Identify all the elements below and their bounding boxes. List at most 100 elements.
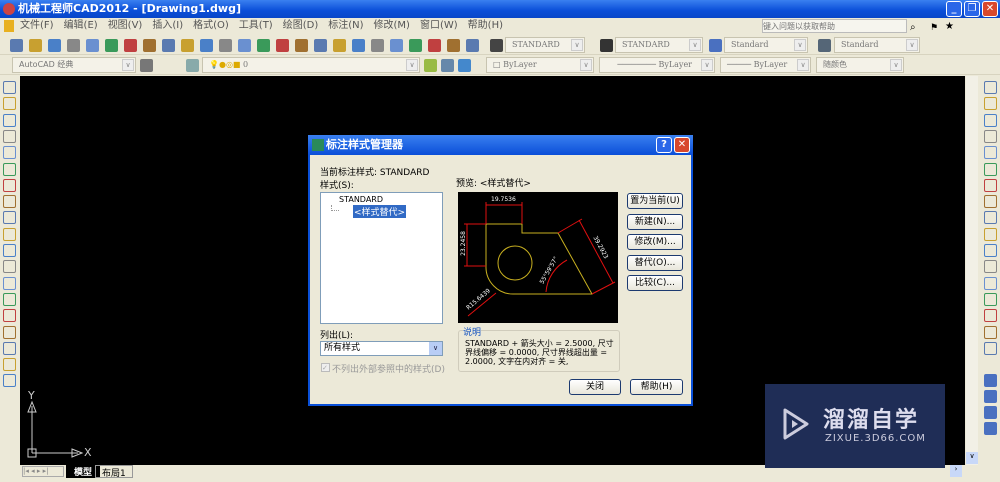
new-icon[interactable] xyxy=(10,39,23,52)
pan-icon[interactable] xyxy=(276,39,289,52)
chevron-down-icon[interactable]: ∨ xyxy=(429,342,442,355)
layer-state-icon[interactable] xyxy=(458,59,471,72)
linetype-select[interactable]: ──────── ByLayer ∨ xyxy=(599,57,715,73)
communication-center-icon[interactable]: ⚑ xyxy=(930,20,938,36)
tool-palette-icon[interactable] xyxy=(390,39,403,52)
redo-icon[interactable] xyxy=(257,39,270,52)
extend-icon[interactable] xyxy=(984,244,997,257)
close-dialog-button[interactable]: 关闭 xyxy=(569,379,621,395)
plotstyle-select[interactable]: 随颜色 ∨ xyxy=(816,57,904,73)
region-icon[interactable] xyxy=(3,341,16,355)
offset-icon[interactable] xyxy=(984,129,997,143)
menu-0[interactable]: 文件(F) xyxy=(20,18,54,34)
markup-icon[interactable] xyxy=(428,39,441,52)
help-icon[interactable] xyxy=(466,39,479,52)
polyline-icon[interactable] xyxy=(3,113,16,127)
list-select[interactable]: 所有样式 ∨ xyxy=(320,341,443,356)
sheet-set-icon[interactable] xyxy=(409,39,422,52)
dialog-button-4[interactable]: 比较(C)... xyxy=(627,275,683,291)
restore-button[interactable]: ❐ xyxy=(964,1,980,17)
polygon-icon[interactable] xyxy=(3,129,16,143)
dialog-button-3[interactable]: 替代(O)... xyxy=(627,254,683,271)
help-search-input[interactable] xyxy=(762,19,907,33)
menu-1[interactable]: 编辑(E) xyxy=(64,18,98,34)
make-block-icon[interactable] xyxy=(3,276,16,290)
style-item-override[interactable]: <样式替代> xyxy=(353,205,407,218)
vertical-scrollbar[interactable]: ∨ xyxy=(966,76,978,465)
styles-list[interactable]: STANDARD <样式替代> xyxy=(320,192,443,324)
table-icon[interactable] xyxy=(3,358,16,372)
style-item-standard[interactable]: STANDARD xyxy=(339,195,383,204)
spline-icon[interactable] xyxy=(3,211,16,225)
layer-manager-icon[interactable] xyxy=(186,59,199,72)
arc-icon[interactable] xyxy=(3,162,16,176)
favorites-icon[interactable]: ★ xyxy=(945,19,954,35)
menu-10[interactable]: 帮助(H) xyxy=(468,18,503,34)
trim-icon[interactable] xyxy=(984,227,997,241)
join-icon[interactable] xyxy=(984,292,997,306)
web-icon[interactable] xyxy=(124,39,137,52)
paste-icon[interactable] xyxy=(181,39,194,52)
stretch-icon[interactable] xyxy=(984,211,997,225)
chamfer-icon[interactable] xyxy=(984,309,997,323)
erase-icon[interactable] xyxy=(984,81,997,94)
search-icon[interactable]: ⌕ xyxy=(910,20,916,36)
text-style-select[interactable]: STANDARD ∨ xyxy=(505,37,585,53)
zoom-previous-icon[interactable] xyxy=(333,39,346,52)
layer-previous-icon[interactable] xyxy=(441,59,454,72)
properties-icon[interactable] xyxy=(352,39,365,52)
tab-layout1[interactable]: 布局1 xyxy=(95,465,133,479)
hscroll-right[interactable]: › xyxy=(950,465,962,477)
preview-icon[interactable] xyxy=(86,39,99,52)
scroll-down-icon[interactable]: ∨ xyxy=(966,452,978,464)
move-icon[interactable] xyxy=(984,162,997,176)
dialog-button-0[interactable]: 置为当前(U) xyxy=(627,193,683,209)
rotate-icon[interactable] xyxy=(984,178,997,192)
cut-icon[interactable] xyxy=(143,39,156,52)
dim-style-select[interactable]: STANDARD ∨ xyxy=(615,37,703,53)
dialog-button-2[interactable]: 修改(M)... xyxy=(627,234,683,250)
minimize-button[interactable]: _ xyxy=(946,1,962,17)
zoom-window-icon[interactable] xyxy=(314,39,327,52)
mirror-icon[interactable] xyxy=(984,113,997,127)
workspace-settings-icon[interactable] xyxy=(140,59,153,72)
scale-icon[interactable] xyxy=(984,195,997,209)
copy-icon[interactable] xyxy=(162,39,175,52)
rectangle-icon[interactable] xyxy=(3,146,16,160)
dialog-close-button[interactable]: ✕ xyxy=(674,137,690,153)
revcloud-icon[interactable] xyxy=(3,195,16,209)
make-current-layer-icon[interactable] xyxy=(424,59,437,72)
array-icon[interactable] xyxy=(984,146,997,160)
brush-icon[interactable] xyxy=(219,39,232,52)
exclude-xref-checkbox[interactable]: ✓ xyxy=(321,363,330,372)
color-select[interactable]: □ ByLayer ∨ xyxy=(486,57,594,73)
point-icon[interactable] xyxy=(3,292,16,306)
save-icon[interactable] xyxy=(48,39,61,52)
publish-icon[interactable] xyxy=(105,39,118,52)
workspace-select[interactable]: AutoCAD 经典 ∨ xyxy=(12,57,136,73)
construction-line-icon[interactable] xyxy=(3,97,16,111)
fillet-icon[interactable] xyxy=(984,325,997,339)
copy-icon-c[interactable] xyxy=(984,406,997,419)
menu-2[interactable]: 视图(V) xyxy=(108,18,143,34)
dialog-button-1[interactable]: 新建(N)... xyxy=(627,213,683,230)
copy-icon-b[interactable] xyxy=(984,390,997,403)
design-center-icon[interactable] xyxy=(371,39,384,52)
menu-6[interactable]: 绘图(D) xyxy=(283,18,319,34)
hatch-icon[interactable] xyxy=(3,309,16,323)
table-style-select[interactable]: Standard ∨ xyxy=(724,37,808,53)
print-icon[interactable] xyxy=(67,39,80,52)
line-icon[interactable] xyxy=(3,81,16,94)
gradient-icon[interactable] xyxy=(3,325,16,339)
match-icon[interactable] xyxy=(200,39,213,52)
lineweight-select[interactable]: ───── ByLayer ∨ xyxy=(720,57,811,73)
ellipse-icon[interactable] xyxy=(3,227,16,241)
menu-8[interactable]: 修改(M) xyxy=(374,18,410,34)
zoom-realtime-icon[interactable] xyxy=(295,39,308,52)
break-point-icon[interactable] xyxy=(984,260,997,274)
explode-icon[interactable] xyxy=(984,341,997,355)
menu-7[interactable]: 标注(N) xyxy=(328,18,363,34)
copy-icon-d[interactable] xyxy=(984,422,997,435)
insert-block-icon[interactable] xyxy=(3,260,16,274)
menu-3[interactable]: 插入(I) xyxy=(152,18,183,34)
